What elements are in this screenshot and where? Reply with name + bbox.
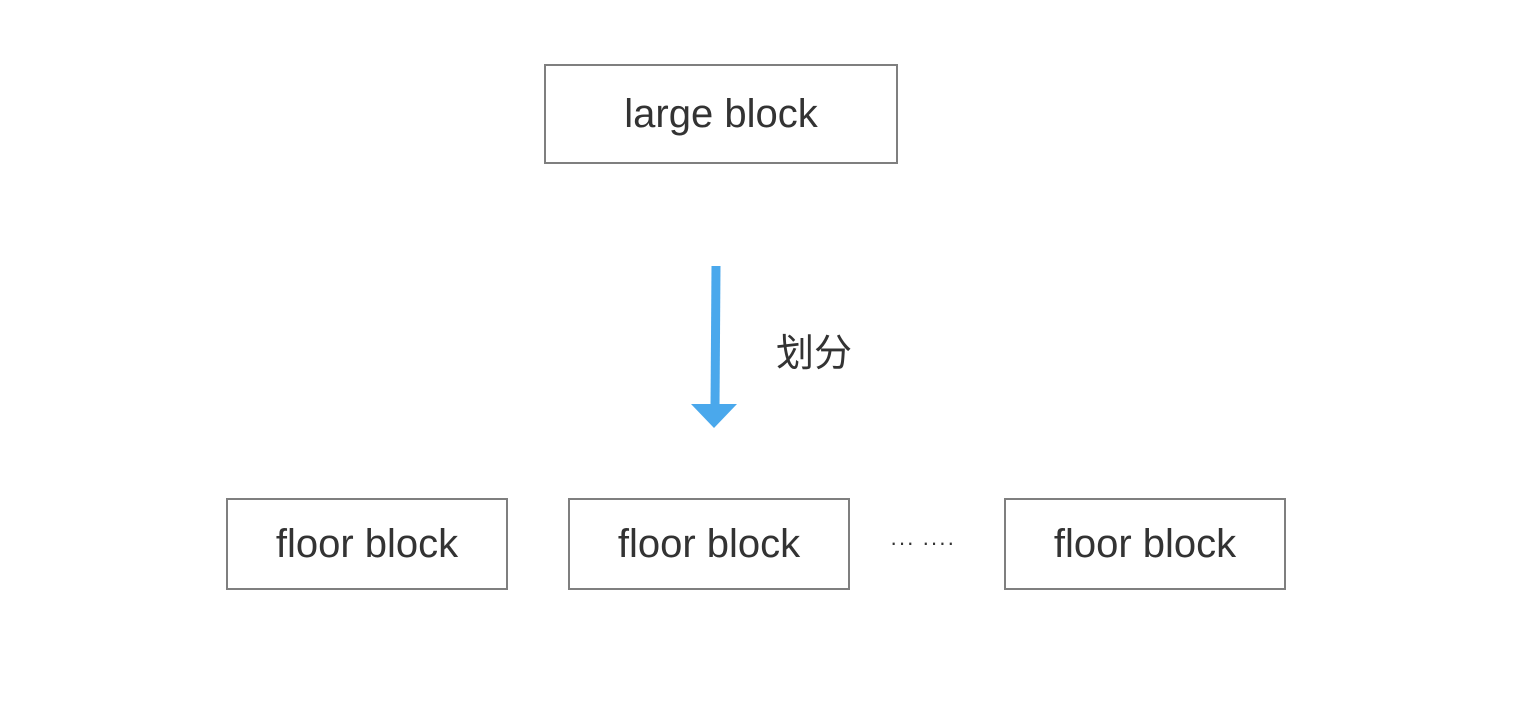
ellipsis-separator: ··· ····: [890, 530, 956, 555]
floor-block-label: floor block: [275, 521, 459, 566]
split-label: 划分: [776, 331, 853, 375]
arrow-head: [691, 404, 737, 428]
large-block-label: large block: [624, 91, 818, 136]
large-block-node: large block: [544, 64, 898, 164]
floor-block-label: floor block: [1053, 521, 1237, 566]
arrow-shaft: [710, 265, 721, 409]
floor-block-node-3: floor block: [1004, 498, 1286, 590]
floor-block-label: floor block: [617, 521, 801, 566]
floor-block-node-1: floor block: [226, 498, 508, 590]
down-arrow-icon: [691, 265, 737, 428]
floor-block-node-2: floor block: [568, 498, 850, 590]
